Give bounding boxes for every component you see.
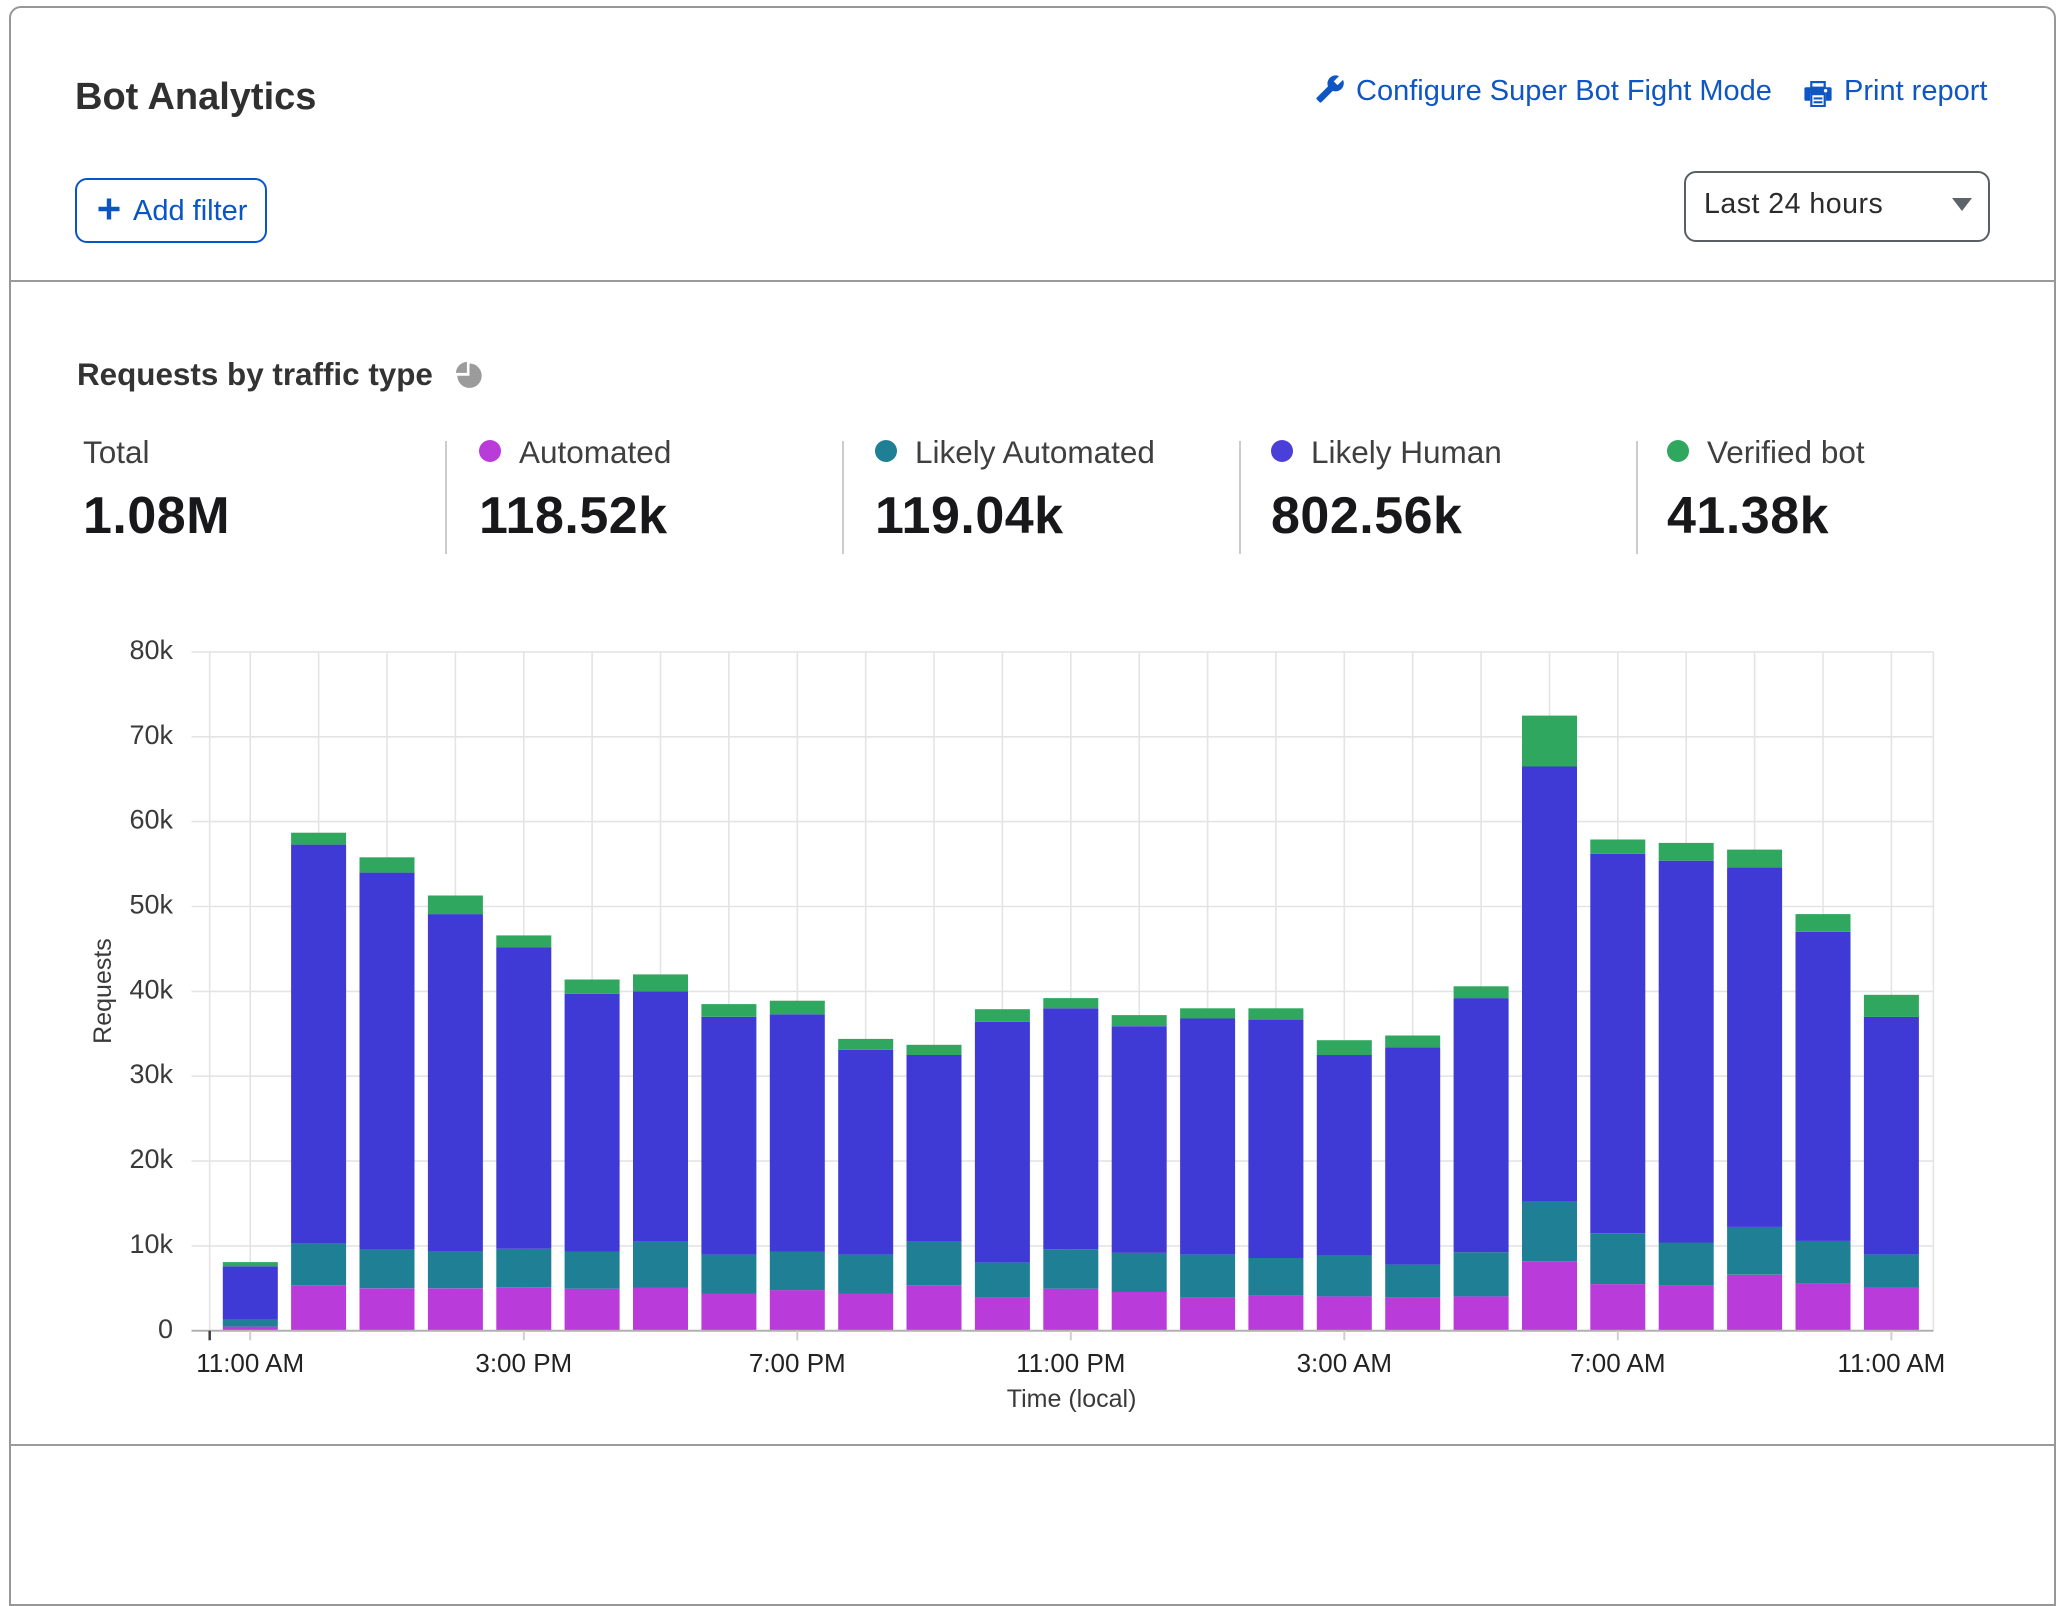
svg-text:Time (local): Time (local) bbox=[1007, 1385, 1137, 1413]
svg-text:70k: 70k bbox=[129, 720, 173, 750]
svg-text:11:00 PM: 11:00 PM bbox=[1016, 1348, 1125, 1378]
svg-text:7:00 AM: 7:00 AM bbox=[1570, 1348, 1665, 1378]
svg-text:40k: 40k bbox=[129, 974, 173, 1004]
svg-text:0: 0 bbox=[158, 1314, 173, 1344]
svg-text:60k: 60k bbox=[129, 805, 173, 835]
svg-text:50k: 50k bbox=[129, 890, 173, 920]
svg-text:11:00 AM: 11:00 AM bbox=[196, 1348, 304, 1378]
svg-text:Requests: Requests bbox=[89, 938, 117, 1044]
svg-text:3:00 AM: 3:00 AM bbox=[1297, 1348, 1392, 1378]
svg-text:11:00 AM: 11:00 AM bbox=[1837, 1348, 1945, 1378]
svg-text:30k: 30k bbox=[129, 1059, 173, 1089]
svg-text:80k: 80k bbox=[129, 635, 173, 665]
svg-text:10k: 10k bbox=[129, 1229, 173, 1259]
svg-text:20k: 20k bbox=[129, 1144, 173, 1174]
svg-text:7:00 PM: 7:00 PM bbox=[749, 1348, 846, 1378]
svg-text:3:00 PM: 3:00 PM bbox=[475, 1348, 572, 1378]
